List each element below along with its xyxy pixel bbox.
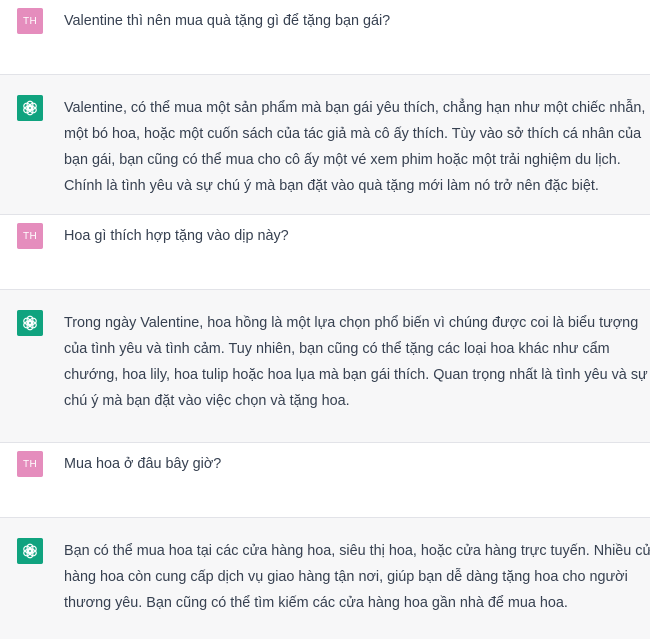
assistant-message-text: Bạn có thể mua hoa tại các cửa hàng hoa,…	[64, 538, 650, 616]
message-line: Bạn có thể mua hoa tại các cửa hàng hoa,…	[64, 543, 650, 559]
message-line: một bó hoa, hoặc một cuốn sách của tác g…	[64, 126, 642, 142]
user-avatar: TH	[17, 8, 43, 34]
assistant-message: Valentine, có thể mua một sản phẩm mà bạ…	[0, 75, 650, 215]
assistant-message: Bạn có thể mua hoa tại các cửa hàng hoa,…	[0, 518, 650, 639]
user-message: TH Hoa gì thích hợp tặng vào dịp này?	[0, 215, 650, 290]
user-message-text: Hoa gì thích hợp tặng vào dịp này?	[64, 223, 639, 249]
user-message-text: Mua hoa ở đâu bây giờ?	[64, 451, 639, 477]
message-line: chú ý mà bạn đặt vào việc chọn và tặng h…	[64, 393, 350, 409]
openai-logo-icon	[17, 95, 43, 121]
user-avatar: TH	[17, 451, 43, 477]
message-line: bạn gái, bạn cũng có thể mua cho cô ấy m…	[64, 152, 621, 168]
message-line: Chính là tình yêu và sự chú ý mà bạn đặt…	[64, 178, 599, 194]
assistant-message-text: Trong ngày Valentine, hoa hồng là một lự…	[64, 310, 648, 414]
openai-logo-icon	[17, 538, 43, 564]
message-line: Trong ngày Valentine, hoa hồng là một lự…	[64, 315, 639, 331]
message-line: Mua hoa ở đâu bây giờ?	[64, 456, 222, 472]
assistant-message: Trong ngày Valentine, hoa hồng là một lự…	[0, 290, 650, 443]
assistant-message-text: Valentine, có thể mua một sản phẩm mà bạ…	[64, 95, 646, 199]
message-line: chướng, hoa lily, hoa tulip hoặc hoa lụa…	[64, 367, 648, 383]
user-avatar: TH	[17, 223, 43, 249]
openai-logo-icon	[17, 310, 43, 336]
user-message-text: Valentine thì nên mua quà tặng gì để tặn…	[64, 8, 639, 34]
message-line: Valentine, có thể mua một sản phẩm mà bạ…	[64, 100, 646, 116]
user-message: TH Valentine thì nên mua quà tặng gì để …	[0, 0, 650, 75]
message-line: thương yêu. Bạn cũng có thể tìm kiếm các…	[64, 595, 568, 611]
message-line: hàng hoa còn cung cấp dịch vụ giao hàng …	[64, 569, 628, 585]
user-message: TH Mua hoa ở đâu bây giờ?	[0, 443, 650, 518]
message-line: Hoa gì thích hợp tặng vào dịp này?	[64, 228, 289, 244]
chat-thread: TH Valentine thì nên mua quà tặng gì để …	[0, 0, 650, 639]
message-line: của tình yêu và tình cảm. Tuy nhiên, bạn…	[64, 341, 610, 357]
message-line: Valentine thì nên mua quà tặng gì để tặn…	[64, 13, 391, 29]
